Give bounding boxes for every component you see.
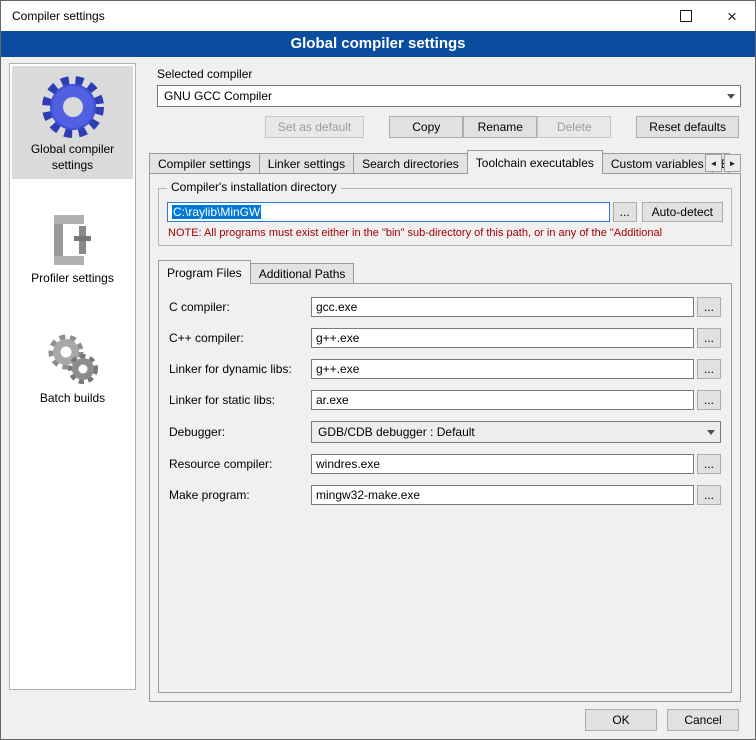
browse-directory-button[interactable]: ... <box>613 202 637 222</box>
field-value: ar.exe <box>316 393 349 407</box>
tab-scroll-right-button[interactable]: ► <box>724 154 741 172</box>
cancel-button[interactable]: Cancel <box>667 709 739 731</box>
tab-additional-paths[interactable]: Additional Paths <box>250 263 355 284</box>
field-label: Resource compiler: <box>169 457 311 471</box>
form-row: C compiler: gcc.exe ... <box>169 297 721 317</box>
compiler-actions: Set as default Copy Rename Delete Reset … <box>149 116 741 138</box>
static-linker-input[interactable]: ar.exe <box>311 390 694 410</box>
debugger-combo[interactable]: GDB/CDB debugger : Default <box>311 421 721 443</box>
clamp-icon <box>14 209 131 271</box>
field-value: GDB/CDB debugger : Default <box>318 425 475 439</box>
field-label: Debugger: <box>169 425 311 439</box>
sidebar-item-label: Profiler settings <box>14 271 131 287</box>
tab-compiler-settings[interactable]: Compiler settings <box>149 153 260 174</box>
field-label: C compiler: <box>169 300 311 314</box>
dynamic-linker-input[interactable]: g++.exe <box>311 359 694 379</box>
copy-button[interactable]: Copy <box>389 116 463 138</box>
cpp-compiler-input[interactable]: g++.exe <box>311 328 694 348</box>
sidebar-item-label: Batch builds <box>14 391 131 407</box>
sidebar-item-profiler-settings[interactable]: Profiler settings <box>12 203 133 293</box>
maximize-button[interactable] <box>663 1 709 31</box>
caption-buttons: × <box>663 1 755 31</box>
form-row: C++ compiler: g++.exe ... <box>169 328 721 348</box>
left-arrow-icon: ◄ <box>710 159 718 168</box>
reset-defaults-button[interactable]: Reset defaults <box>636 116 739 138</box>
make-program-input[interactable]: mingw32-make.exe <box>311 485 694 505</box>
field-value: gcc.exe <box>316 300 357 314</box>
auto-detect-button[interactable]: Auto-detect <box>642 202 723 222</box>
field-value: mingw32-make.exe <box>316 488 420 502</box>
maximize-icon <box>680 10 692 22</box>
dialog-footer: OK Cancel <box>585 709 739 731</box>
chevron-down-icon <box>701 422 720 442</box>
right-arrow-icon: ► <box>729 159 737 168</box>
field-value: windres.exe <box>316 457 380 471</box>
tab-scroll-left-button[interactable]: ◄ <box>705 154 722 172</box>
installation-directory-group: Compiler's installation directory C:\ray… <box>158 188 732 246</box>
tab-custom-variables[interactable]: Custom variables <box>602 153 713 174</box>
close-button[interactable]: × <box>709 1 755 31</box>
selected-compiler-label: Selected compiler <box>157 67 741 82</box>
browse-dynamic-linker-button[interactable]: ... <box>697 359 721 379</box>
toolchain-executables-panel: Compiler's installation directory C:\ray… <box>149 173 741 702</box>
tab-search-directories[interactable]: Search directories <box>353 153 468 174</box>
sidebar-item-label: Global compiler settings <box>14 142 131 173</box>
field-value: g++.exe <box>316 331 359 345</box>
tab-linker-settings[interactable]: Linker settings <box>259 153 354 174</box>
selected-compiler-value: GNU GCC Compiler <box>164 89 272 103</box>
sidebar-item-batch-builds[interactable]: Batch builds <box>12 323 133 413</box>
installation-directory-input[interactable]: C:\raylib\MinGW <box>167 202 610 222</box>
program-files-tabstrip: Program Files Additional Paths <box>158 260 732 284</box>
browse-make-program-button[interactable]: ... <box>697 485 721 505</box>
group-title: Compiler's installation directory <box>167 180 341 194</box>
window-title: Compiler settings <box>12 9 105 23</box>
field-label: Make program: <box>169 488 311 502</box>
form-row: Linker for dynamic libs: g++.exe ... <box>169 359 721 379</box>
form-row: Debugger: GDB/CDB debugger : Default <box>169 421 721 443</box>
chevron-down-icon <box>721 86 740 106</box>
resource-compiler-input[interactable]: windres.exe <box>311 454 694 474</box>
c-compiler-input[interactable]: gcc.exe <box>311 297 694 317</box>
sidebar-item-global-compiler-settings[interactable]: Global compiler settings <box>12 66 133 179</box>
sidebar: Global compiler settings Profiler settin… <box>9 63 136 690</box>
browse-cpp-compiler-button[interactable]: ... <box>697 328 721 348</box>
close-icon: × <box>727 8 737 25</box>
main-panel: Selected compiler GNU GCC Compiler Set a… <box>149 63 741 702</box>
blue-gear-icon <box>14 72 131 142</box>
set-as-default-button: Set as default <box>265 116 364 138</box>
delete-button: Delete <box>537 116 611 138</box>
compiler-settings-dialog: Compiler settings × Global compiler sett… <box>0 0 756 740</box>
note-text: NOTE: All programs must exist either in … <box>168 227 723 239</box>
browse-resource-compiler-button[interactable]: ... <box>697 454 721 474</box>
form-row: Linker for static libs: ar.exe ... <box>169 390 721 410</box>
dialog-banner: Global compiler settings <box>1 31 755 57</box>
installation-directory-value: C:\raylib\MinGW <box>172 205 261 219</box>
program-files-panel: C compiler: gcc.exe ... C++ compiler: g+… <box>158 283 732 693</box>
gray-gears-icon <box>14 329 131 391</box>
rename-button[interactable]: Rename <box>463 116 537 138</box>
tab-scroll-buttons: ◄ ► <box>705 154 741 172</box>
field-value: g++.exe <box>316 362 359 376</box>
browse-static-linker-button[interactable]: ... <box>697 390 721 410</box>
field-label: C++ compiler: <box>169 331 311 345</box>
tab-toolchain-executables[interactable]: Toolchain executables <box>467 150 603 174</box>
field-label: Linker for static libs: <box>169 393 311 407</box>
browse-c-compiler-button[interactable]: ... <box>697 297 721 317</box>
selected-compiler-combo[interactable]: GNU GCC Compiler <box>157 85 741 107</box>
form-row: Resource compiler: windres.exe ... <box>169 454 721 474</box>
ok-button[interactable]: OK <box>585 709 657 731</box>
titlebar[interactable]: Compiler settings × <box>1 1 755 31</box>
tab-program-files[interactable]: Program Files <box>158 260 251 284</box>
main-tabstrip: Compiler settings Linker settings Search… <box>149 150 741 174</box>
form-row: Make program: mingw32-make.exe ... <box>169 485 721 505</box>
field-label: Linker for dynamic libs: <box>169 362 311 376</box>
